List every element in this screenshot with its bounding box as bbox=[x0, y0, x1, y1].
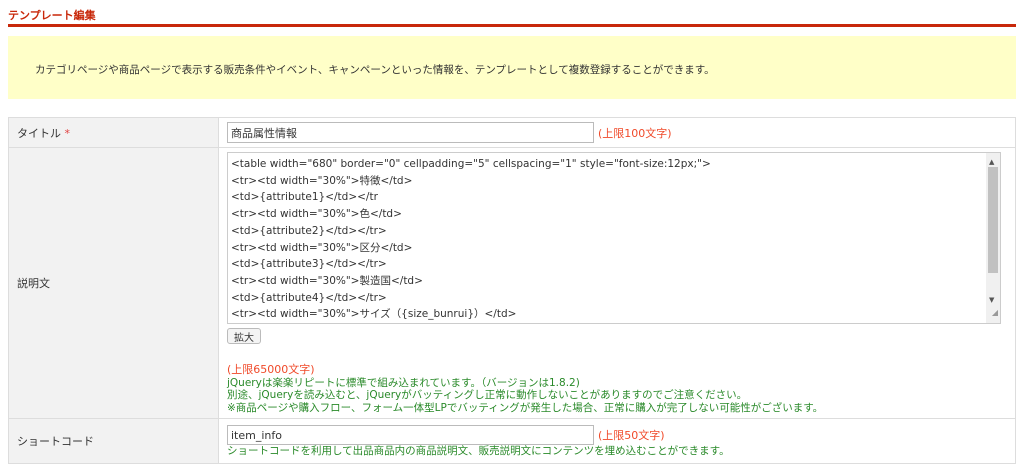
title-label: タイトル * bbox=[8, 117, 219, 148]
resize-grip-icon[interactable]: ◢ bbox=[992, 305, 998, 322]
scroll-thumb[interactable] bbox=[988, 167, 998, 273]
info-notice: カテゴリページや商品ページで表示する販売条件やイベント、キャンペーンといった情報… bbox=[8, 36, 1016, 99]
jquery-warning: 別途、jQueryを読み込むと、jQueryがバッティングし正常に動作しないこと… bbox=[227, 389, 748, 401]
description-label: 説明文 bbox=[8, 147, 219, 419]
description-row: 説明文 <table width="680" border="0" cellpa… bbox=[8, 147, 1016, 419]
description-code: <table width="680" border="0" cellpaddin… bbox=[231, 158, 711, 321]
shortcode-note: ショートコードを利用して出品商品内の商品説明文、販売説明文にコンテンツを埋め込む… bbox=[227, 445, 730, 458]
shortcode-row: ショートコード (上限50文字) ショートコードを利用して出品商品内の商品説明文… bbox=[8, 418, 1016, 464]
title-divider bbox=[8, 24, 1016, 27]
title-row: タイトル * (上限100文字) bbox=[8, 117, 1016, 148]
title-limit: (上限100文字) bbox=[598, 126, 672, 140]
jquery-note: jQueryは楽楽リピートに標準で組み込まれています。（バージョンは1.8.2) bbox=[227, 376, 580, 389]
description-limit: (上限65000文字) bbox=[227, 363, 315, 376]
shortcode-limit: (上限50文字) bbox=[598, 429, 665, 443]
batting-warning: ※商品ページや購入フロー、フォーム一体型LPでバッティングが発生した場合、正常に… bbox=[227, 401, 824, 414]
scrollbar[interactable]: ▲ ▼ bbox=[986, 153, 1000, 323]
description-textarea[interactable]: <table width="680" border="0" cellpaddin… bbox=[227, 152, 1001, 324]
page-title: テンプレート編集 bbox=[8, 9, 96, 22]
title-label-text: タイトル bbox=[17, 126, 61, 140]
template-form: タイトル * (上限100文字) 説明文 <table width="680" … bbox=[8, 117, 1016, 464]
shortcode-input[interactable] bbox=[227, 425, 594, 446]
expand-button[interactable]: 拡大 bbox=[227, 328, 261, 344]
shortcode-label: ショートコード bbox=[8, 418, 219, 464]
title-input[interactable] bbox=[227, 122, 594, 143]
required-mark: * bbox=[64, 126, 71, 140]
